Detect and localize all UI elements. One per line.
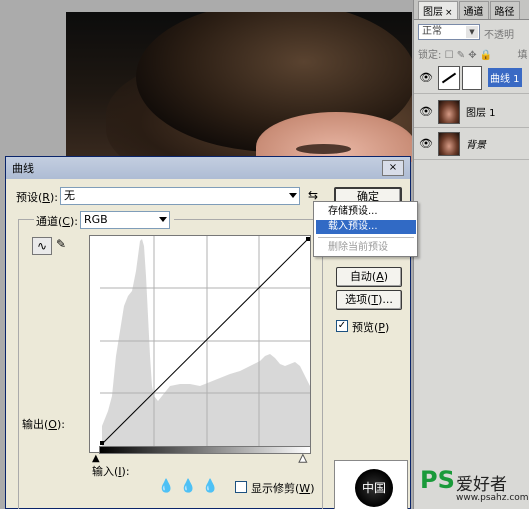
curve-point-black[interactable] <box>100 441 104 445</box>
tab-layers[interactable]: 图层 × <box>418 1 458 19</box>
layer-row-layer1[interactable]: 👁 图层 1 <box>414 96 529 128</box>
chevron-down-icon <box>159 217 167 222</box>
chevron-down-icon <box>289 193 297 198</box>
watermark-brand: PS <box>420 466 455 494</box>
input-label: 输入(I): <box>92 465 130 478</box>
layers-panel: 图层 × 通道 路径 正常 ▼ 不透明 锁定: ☐ ✎ ✥ 🔒 填 👁 曲线 1 … <box>413 0 529 509</box>
visibility-eye-icon[interactable]: 👁 <box>418 136 434 152</box>
show-clipping-label: 显示修剪(W) <box>251 482 315 495</box>
lock-row: 锁定: ☐ ✎ ✥ 🔒 填 <box>418 46 527 61</box>
curve-point-white[interactable] <box>306 237 310 241</box>
document-canvas[interactable] <box>66 12 412 162</box>
tab-paths[interactable]: 路径 <box>489 1 520 19</box>
seal-logo: 中国 <box>355 469 393 507</box>
preset-options-menu: 存储预设... 载入预设... 删除当前预设 <box>313 201 418 257</box>
auto-button[interactable]: 自动(A) <box>336 267 402 287</box>
layer-row-curves[interactable]: 👁 曲线 1 <box>414 62 529 94</box>
blend-mode-select[interactable]: 正常 ▼ <box>418 24 480 40</box>
layer-row-background[interactable]: 👁 背景 <box>414 128 529 160</box>
options-button[interactable]: 选项(T)... <box>336 290 402 310</box>
close-tab-icon[interactable]: × <box>445 8 453 18</box>
chevron-down-icon: ▼ <box>466 26 478 38</box>
channel-label: 通道(C): <box>36 215 78 228</box>
white-point-slider-icon[interactable]: ▲ <box>299 453 308 465</box>
dialog-titlebar[interactable]: 曲线 × <box>6 157 410 179</box>
fill-label: 填 <box>517 50 528 61</box>
menu-item-delete-preset: 删除当前预设 <box>328 242 388 253</box>
preset-select[interactable]: 无 <box>60 187 300 205</box>
pencil-tool-icon[interactable]: ✎ <box>56 237 66 251</box>
menu-item-save-preset[interactable]: 存储预设... <box>316 205 416 219</box>
layer-mask-thumbnail[interactable] <box>462 65 482 90</box>
opacity-label: 不透明 <box>484 30 514 41</box>
seal-logo-box: 中国 <box>334 460 408 509</box>
gray-eyedropper-icon[interactable]: 💧 <box>180 479 196 494</box>
watermark-url: www.psahz.com <box>456 493 529 503</box>
preset-label: 预设(R): <box>16 191 58 204</box>
preview-label: 预览(P) <box>352 321 390 334</box>
preview-checkbox[interactable]: ✓ <box>336 320 348 332</box>
layer-name: 曲线 1 <box>488 68 522 87</box>
black-eyedropper-icon[interactable]: 💧 <box>158 479 174 494</box>
curves-adjustment-thumbnail <box>438 65 460 90</box>
close-button[interactable]: × <box>382 160 404 176</box>
panel-tabs: 图层 × 通道 路径 <box>414 0 529 20</box>
white-eyedropper-icon[interactable]: 💧 <box>202 479 218 494</box>
visibility-eye-icon[interactable]: 👁 <box>418 104 434 120</box>
groupbox-line <box>174 219 322 220</box>
visibility-eye-icon[interactable]: 👁 <box>418 70 434 86</box>
curves-graph[interactable] <box>89 235 311 453</box>
curves-graph-svg <box>100 236 310 446</box>
layer-name: 图层 1 <box>466 108 496 119</box>
menu-item-load-preset[interactable]: 载入预设... <box>316 220 416 234</box>
input-gradient-bar <box>99 446 311 454</box>
groupbox-line <box>322 219 323 509</box>
output-label: 输出(O): <box>22 418 65 431</box>
dialog-title: 曲线 <box>12 162 34 175</box>
show-clipping-checkbox[interactable] <box>235 481 247 493</box>
photo-eyebrow <box>296 144 351 154</box>
layer-name: 背景 <box>466 140 486 151</box>
preset-options-icon[interactable]: ⇆ <box>308 188 318 202</box>
watermark-name: 爱好者 <box>456 475 507 495</box>
lock-label: 锁定: <box>418 50 442 61</box>
channel-select[interactable]: RGB <box>80 211 170 229</box>
lock-icons[interactable]: ☐ ✎ ✥ 🔒 <box>445 50 493 61</box>
layer-thumbnail <box>438 131 460 156</box>
curve-point-tool-icon[interactable]: ∿ <box>32 237 52 255</box>
watermark: PS 爱好者 www.psahz.com <box>420 466 529 509</box>
menu-separator <box>318 237 414 238</box>
layer-thumbnail <box>438 99 460 124</box>
groupbox-line <box>18 219 19 509</box>
groupbox-line <box>18 219 34 220</box>
tab-channels[interactable]: 通道 <box>458 1 489 19</box>
